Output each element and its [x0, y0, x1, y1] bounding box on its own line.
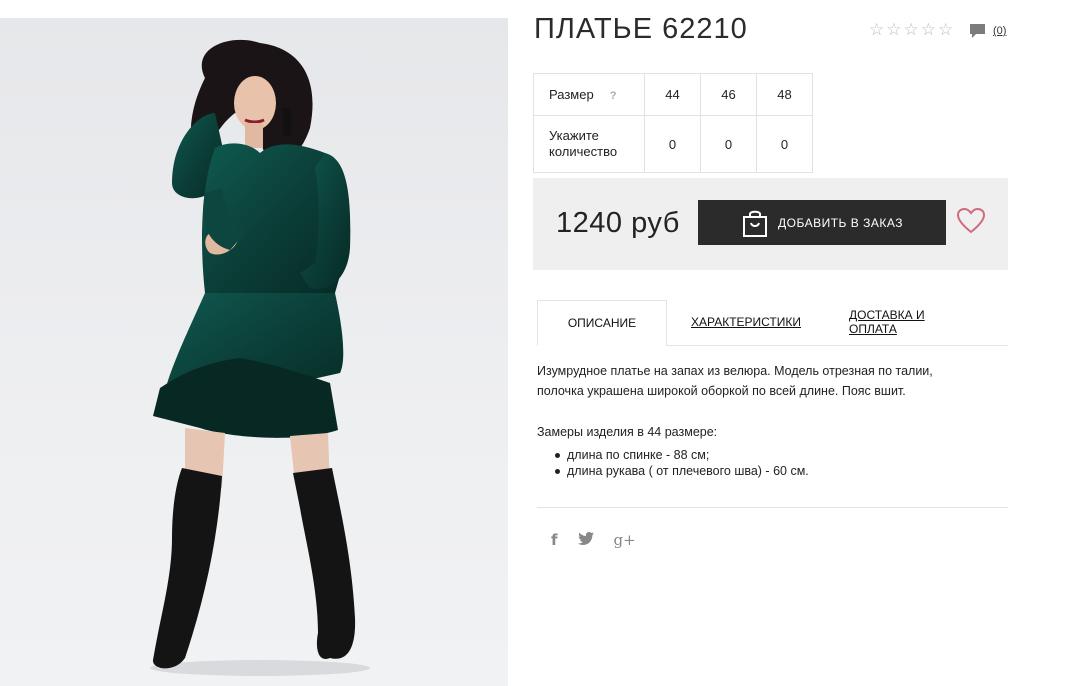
tab-delivery-payment[interactable]: ДОСТАВКА И ОПЛАТА [849, 300, 975, 344]
star-icon[interactable]: ☆ [886, 21, 901, 38]
quantity-label-line1: Укажите [549, 128, 599, 143]
size-46: 46 [700, 73, 757, 116]
star-icon[interactable]: ☆ [938, 21, 953, 38]
size-label-cell: Размер? [533, 73, 645, 116]
list-item: длина рукава ( от плечевого шва) - 60 см… [555, 463, 809, 479]
googleplus-icon[interactable]: g+ [614, 531, 636, 549]
shopping-bag-icon [742, 209, 768, 237]
product-price: 1240 руб [556, 207, 680, 239]
description-line1: Изумрудное платье на запах из велюра. Мо… [537, 364, 933, 378]
size-row: Размер? 44 46 48 [533, 73, 813, 116]
quantity-input-48[interactable]: 0 [756, 115, 813, 173]
comment-icon[interactable] [969, 23, 986, 44]
quantity-label-line2: количество [549, 144, 618, 159]
twitter-icon[interactable] [577, 531, 594, 549]
rating-stars[interactable]: ☆ ☆ ☆ ☆ ☆ [869, 21, 953, 38]
product-title: ПЛАТЬЕ 62210 [534, 13, 748, 45]
quantity-row: Укажите количество 0 0 0 [533, 115, 813, 173]
heart-icon[interactable] [956, 207, 986, 239]
quantity-input-44[interactable]: 0 [644, 115, 701, 173]
star-icon[interactable]: ☆ [921, 21, 936, 38]
size-table: Размер? 44 46 48 Укажите количество 0 0 … [533, 73, 813, 173]
divider [537, 507, 1008, 508]
quantity-input-46[interactable]: 0 [700, 115, 757, 173]
add-to-order-button[interactable]: ДОБАВИТЬ В ЗАКАЗ [698, 200, 946, 245]
quantity-label: Укажите количество [533, 115, 645, 173]
tab-description[interactable]: ОПИСАНИЕ [537, 300, 667, 346]
product-tabs: ОПИСАНИЕ ХАРАКТЕРИСТИКИ ДОСТАВКА И ОПЛАТ… [537, 300, 1008, 346]
facebook-icon[interactable]: f [551, 531, 558, 549]
size-help-icon[interactable]: ? [610, 90, 617, 102]
star-icon[interactable]: ☆ [904, 21, 919, 38]
size-48: 48 [756, 73, 813, 116]
size-44: 44 [644, 73, 701, 116]
review-count-link[interactable]: (0) [993, 25, 1006, 37]
tab-characteristics[interactable]: ХАРАКТЕРИСТИКИ [690, 300, 802, 344]
measures-title: Замеры изделия в 44 размере: [537, 425, 718, 439]
description-line2: полочка украшена широкой оборкой по всей… [537, 384, 906, 398]
social-share: f g+ [551, 531, 636, 549]
star-icon[interactable]: ☆ [869, 21, 884, 38]
buy-box: 1240 руб ДОБАВИТЬ В ЗАКАЗ [533, 178, 1008, 270]
list-item: длина по спинке - 88 см; [555, 447, 809, 463]
model-illustration [150, 39, 370, 676]
size-label: Размер [549, 87, 594, 102]
measures-list: длина по спинке - 88 см; длина рукава ( … [555, 447, 809, 479]
product-description: Изумрудное платье на запах из велюра. Мо… [537, 361, 977, 401]
add-to-order-label: ДОБАВИТЬ В ЗАКАЗ [778, 215, 903, 230]
product-photo[interactable] [0, 18, 508, 686]
